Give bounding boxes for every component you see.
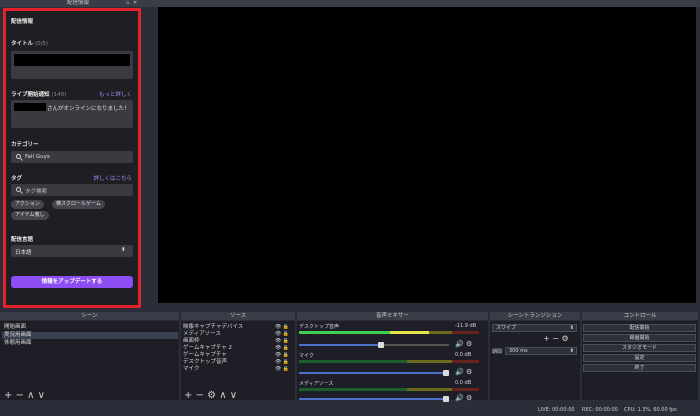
chevron-updown-icon: ⬍	[569, 325, 574, 331]
volume-slider-knob[interactable]	[443, 396, 449, 402]
tag-chip[interactable]: アイテム蒐し	[11, 211, 49, 220]
visibility-lock-icons[interactable]: 👁 🔒	[275, 352, 293, 359]
rec-status: REC: 00:00:00	[582, 407, 618, 413]
start-streaming-button[interactable]: 配信開始	[583, 324, 696, 332]
tag-more-link[interactable]: 詳しくはこちら	[93, 174, 132, 182]
title-count: (0/5)	[34, 41, 49, 47]
transitions-dock-header: シーントランジション	[490, 312, 580, 320]
tag-placeholder: タグ検索	[25, 189, 48, 195]
volume-slider-knob[interactable]	[378, 342, 385, 348]
tag-chip[interactable]: 横スクロールゲーム	[52, 200, 105, 209]
scenes-dock-header: シーン	[0, 312, 179, 320]
category-label: カテゴリー	[11, 142, 39, 148]
tag-label: タグ	[11, 176, 23, 182]
notify-label: ライブ開始通知 (140)	[11, 90, 66, 98]
visibility-lock-icons[interactable]: 👁 🔒	[275, 366, 293, 373]
mute-settings-icons[interactable]: 🔊 ⚙	[455, 341, 472, 348]
mute-settings-icons[interactable]: 🔊 ⚙	[455, 369, 472, 376]
scene-item[interactable]: 実況用画面	[2, 332, 178, 339]
visibility-lock-icons[interactable]: 👁 🔒	[275, 345, 293, 352]
search-icon	[16, 154, 21, 159]
volume-slider-fill	[299, 344, 382, 346]
language-value: 日本語	[15, 250, 32, 256]
transitions-toolbar[interactable]: + − ⚙	[543, 334, 569, 344]
exit-button[interactable]: 終了	[583, 364, 696, 372]
sources-dock-header: ソース	[181, 312, 295, 320]
volume-slider-fill	[299, 372, 449, 374]
tag-search-input[interactable]: タグ検索	[11, 184, 133, 196]
scene-item[interactable]: 休憩用画面	[2, 340, 178, 347]
mixer-channel-db: 0.0 dB	[455, 352, 472, 358]
volume-meter	[299, 331, 479, 334]
dock-title-buttons[interactable]: ▫ ✕	[126, 0, 138, 7]
notify-text: さんがオンラインになりました！	[47, 106, 130, 112]
mixer-channel-db: -11.9 dB	[455, 323, 477, 329]
transitions-dock	[490, 321, 580, 400]
mixer-channel-name: マイク	[299, 353, 314, 359]
controls-dock-header: コントロール	[582, 312, 698, 320]
mixer-channel-name: デスクトップ音声	[299, 324, 340, 330]
volume-slider-knob[interactable]	[443, 370, 449, 376]
mixer-dock-header: 音声ミキサー	[297, 312, 488, 320]
category-value: Fall Guys	[25, 154, 50, 160]
meter-level	[299, 331, 429, 334]
visibility-lock-icons[interactable]: 👁 🔒	[275, 359, 293, 366]
redacted-title	[14, 54, 130, 66]
chevron-updown-icon: ⬍	[121, 247, 126, 253]
title-label-text: タイトル	[11, 41, 34, 47]
update-info-button[interactable]: 情報をアップデートする	[11, 276, 133, 288]
scenes-toolbar[interactable]: + − ∧ ∨	[4, 391, 45, 401]
language-select[interactable]: 日本語 ⬍	[11, 245, 133, 257]
volume-slider-fill	[299, 398, 449, 400]
dock-title: 配信情報	[66, 0, 89, 6]
language-label: 配信言語	[11, 237, 34, 243]
duration-input[interactable]: 300 ms ⬍	[505, 347, 577, 355]
spinner-icon: ⬍	[569, 348, 574, 354]
scene-item[interactable]: 開始画面	[2, 324, 178, 331]
transition-value: スワイプ	[496, 325, 517, 331]
volume-meter	[299, 360, 479, 363]
stream-info-panel: 配信情報 タイトル (0/5) ライブ開始通知 (140) もっと詳しく さんが…	[3, 8, 141, 308]
start-recording-button[interactable]: 録画開始	[583, 334, 696, 342]
title-input[interactable]	[11, 51, 133, 79]
volume-meter	[299, 388, 479, 391]
notify-label-text: ライブ開始通知	[11, 92, 50, 98]
tag-chip[interactable]: アクション	[11, 200, 44, 209]
panel-header: 配信情報	[11, 19, 34, 25]
visibility-lock-icons[interactable]: 👁 🔒	[275, 324, 293, 331]
redacted-name	[14, 103, 46, 111]
live-status: LIVE: 00:00:00	[538, 407, 575, 413]
mixer-channel-db: 0.0 dB	[455, 380, 472, 386]
category-input[interactable]: Fall Guys	[11, 151, 133, 163]
preview-canvas[interactable]	[158, 7, 696, 303]
mute-settings-icons[interactable]: 🔊 ⚙	[455, 395, 472, 402]
title-label: タイトル (0/5)	[11, 39, 48, 47]
studio-mode-button[interactable]: スタジオモード	[583, 344, 696, 352]
mixer-channel-name: メディアソース	[299, 381, 334, 387]
duration-value: 300 ms	[509, 348, 528, 354]
settings-button[interactable]: 設定	[583, 354, 696, 362]
transition-select[interactable]: スワイプ ⬍	[492, 324, 577, 332]
notify-more-link[interactable]: もっと詳しく	[99, 90, 132, 98]
duration-label: 期間	[492, 349, 503, 355]
sources-toolbar[interactable]: + − ⚙ ∧ ∨	[184, 391, 237, 401]
cpu-status: CPU: 1.3%, 60.00 fps	[624, 407, 677, 413]
notify-textarea[interactable]: さんがオンラインになりました！	[11, 100, 133, 128]
notify-count: (140)	[51, 92, 67, 98]
visibility-lock-icons[interactable]: 👁 🔒	[275, 331, 293, 338]
search-icon	[16, 187, 21, 192]
visibility-lock-icons[interactable]: 👁 🔒	[275, 338, 293, 345]
